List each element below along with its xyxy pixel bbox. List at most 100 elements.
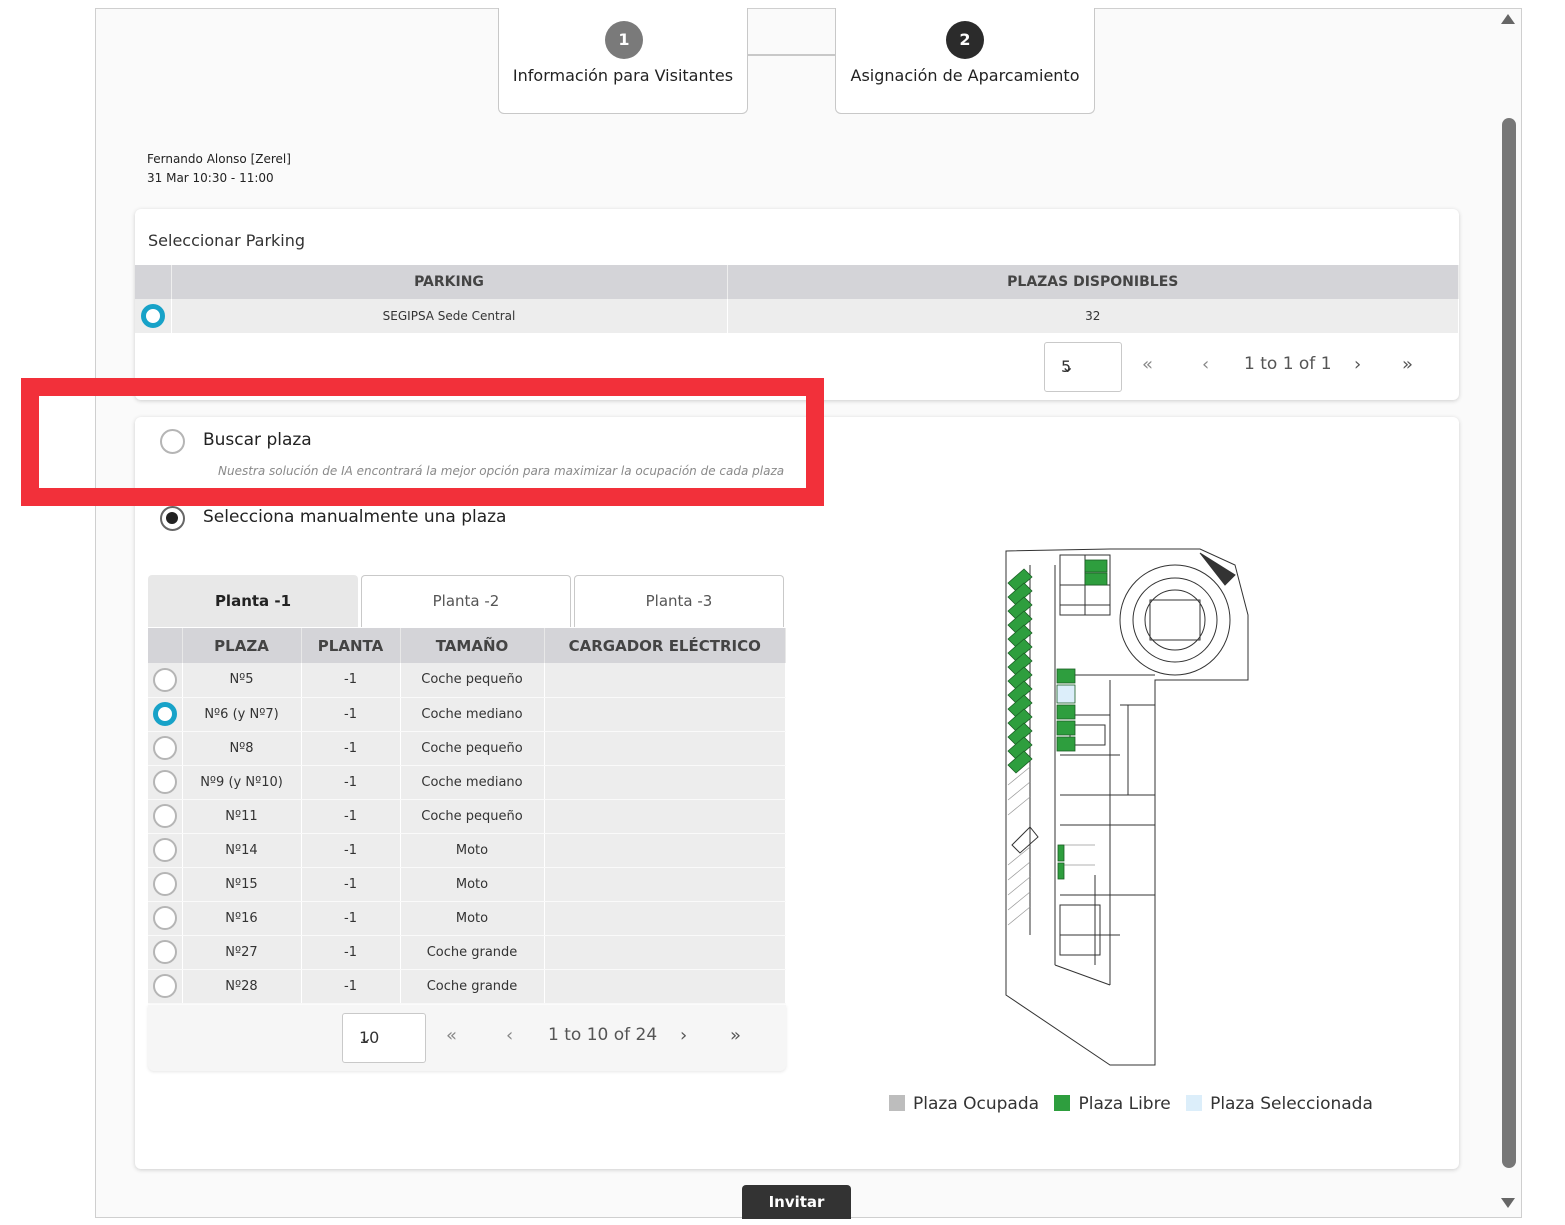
- row-radio[interactable]: [152, 702, 177, 726]
- table-row[interactable]: Nº9 (y Nº10) -1 Coche mediano: [148, 765, 786, 800]
- legend-swatch: [1054, 1095, 1071, 1111]
- table-row[interactable]: Nº27 -1 Coche grande: [148, 935, 786, 970]
- scroll-thumb[interactable]: [1502, 118, 1516, 1168]
- page-size-select[interactable]: 5 ⌄: [1044, 342, 1122, 392]
- select-column-header: [135, 265, 172, 299]
- map-legend: Plaza Ocupada Plaza Libre Plaza Seleccio…: [889, 1094, 1383, 1114]
- cell-planta: -1: [301, 731, 401, 766]
- row-select-cell[interactable]: [148, 663, 183, 698]
- next-page-icon[interactable]: ›: [1354, 354, 1361, 375]
- legend-swatch: [1186, 1095, 1203, 1111]
- option-manual-radio[interactable]: [160, 506, 185, 531]
- last-page-icon[interactable]: »: [1402, 354, 1413, 375]
- visitor-name: Fernando Alonso [Zerel]: [147, 152, 291, 166]
- row-select-cell[interactable]: [135, 299, 172, 333]
- step-connector: [747, 54, 835, 56]
- row-select-cell[interactable]: [148, 799, 183, 834]
- parking-name-cell: SEGIPSA Sede Central: [171, 299, 728, 333]
- cell-cargador: [544, 969, 786, 1004]
- step-parking-assignment[interactable]: 2 Asignación de Aparcamiento: [835, 8, 1095, 114]
- row-select-cell[interactable]: [148, 969, 183, 1004]
- row-radio[interactable]: [152, 872, 177, 896]
- column-header-available: PLAZAS DISPONIBLES: [727, 265, 1459, 299]
- cell-tamano: Coche mediano: [400, 697, 545, 732]
- step-number-badge: 2: [946, 21, 984, 59]
- table-row[interactable]: Nº28 -1 Coche grande: [148, 969, 786, 1004]
- cell-cargador: [544, 697, 786, 732]
- row-select-cell[interactable]: [148, 765, 183, 800]
- cell-tamano: Coche mediano: [400, 765, 545, 800]
- highlight-box: [21, 378, 824, 506]
- cell-tamano: Coche pequeño: [400, 799, 545, 834]
- table-row[interactable]: SEGIPSA Sede Central 32: [135, 299, 1459, 333]
- row-radio[interactable]: [140, 304, 165, 328]
- cell-plaza: Nº15: [182, 867, 302, 902]
- cell-planta: -1: [301, 697, 401, 732]
- spaces-pager: 10 ⌄ « ‹ 1 to 10 of 24 › »: [342, 1013, 762, 1063]
- table-row[interactable]: Nº16 -1 Moto: [148, 901, 786, 936]
- table-row[interactable]: Nº15 -1 Moto: [148, 867, 786, 902]
- first-page-icon[interactable]: «: [1142, 354, 1153, 375]
- floor-plan-map[interactable]: [1000, 545, 1260, 1075]
- page-size-select[interactable]: 10 ⌄: [342, 1013, 426, 1063]
- step-label: Información para Visitantes: [512, 66, 734, 85]
- prev-page-icon[interactable]: ‹: [506, 1025, 513, 1046]
- page-range: 1 to 1 of 1: [1244, 354, 1332, 374]
- row-radio[interactable]: [152, 940, 177, 964]
- table-row[interactable]: Nº14 -1 Moto: [148, 833, 786, 868]
- tab-planta-1[interactable]: Planta -1: [148, 575, 358, 627]
- cell-tamano: Moto: [400, 833, 545, 868]
- parking-select-card: Seleccionar Parking PARKING PLAZAS DISPO…: [135, 209, 1459, 400]
- row-select-cell[interactable]: [148, 731, 183, 766]
- legend-label: Plaza Libre: [1078, 1094, 1171, 1114]
- cell-planta: -1: [301, 867, 401, 902]
- chevron-down-icon: ⌄: [359, 1028, 373, 1047]
- cell-plaza: Nº8: [182, 731, 302, 766]
- scroll-up-icon[interactable]: [1501, 14, 1515, 24]
- column-header-tamano: TAMAÑO: [400, 628, 545, 663]
- cell-tamano: Coche grande: [400, 935, 545, 970]
- row-radio[interactable]: [152, 906, 177, 930]
- cell-cargador: [544, 799, 786, 834]
- step-number-badge: 1: [605, 21, 643, 59]
- legend-label: Plaza Ocupada: [913, 1094, 1040, 1114]
- next-page-icon[interactable]: ›: [680, 1025, 687, 1046]
- cell-plaza: Nº6 (y Nº7): [182, 697, 302, 732]
- tab-planta-2[interactable]: Planta -2: [361, 575, 571, 627]
- invite-button[interactable]: Invitar: [742, 1185, 851, 1219]
- first-page-icon[interactable]: «: [446, 1025, 457, 1046]
- row-radio[interactable]: [152, 736, 177, 760]
- row-select-cell[interactable]: [148, 935, 183, 970]
- row-radio[interactable]: [152, 804, 177, 828]
- cell-cargador: [544, 663, 786, 698]
- parking-table: PARKING PLAZAS DISPONIBLES SEGIPSA Sede …: [135, 265, 1459, 333]
- row-select-cell[interactable]: [148, 697, 183, 732]
- cell-planta: -1: [301, 969, 401, 1004]
- last-page-icon[interactable]: »: [730, 1025, 741, 1046]
- row-select-cell[interactable]: [148, 833, 183, 868]
- tab-planta-3[interactable]: Planta -3: [574, 575, 784, 627]
- row-select-cell[interactable]: [148, 867, 183, 902]
- table-row[interactable]: Nº11 -1 Coche pequeño: [148, 799, 786, 834]
- option-manual-label[interactable]: Selecciona manualmente una plaza: [203, 507, 506, 527]
- table-row[interactable]: Nº5 -1 Coche pequeño: [148, 663, 786, 698]
- row-radio[interactable]: [152, 667, 177, 692]
- step-label: Asignación de Aparcamiento: [850, 66, 1080, 85]
- cell-cargador: [544, 935, 786, 970]
- prev-page-icon[interactable]: ‹: [1202, 354, 1209, 375]
- row-radio[interactable]: [152, 838, 177, 862]
- row-select-cell[interactable]: [148, 901, 183, 936]
- column-header-plaza: PLAZA: [182, 628, 302, 663]
- row-radio[interactable]: [152, 770, 177, 794]
- cell-plaza: Nº16: [182, 901, 302, 936]
- scroll-down-icon[interactable]: [1501, 1198, 1515, 1208]
- table-row[interactable]: Nº6 (y Nº7) -1 Coche mediano: [148, 697, 786, 732]
- cell-planta: -1: [301, 935, 401, 970]
- table-row[interactable]: Nº8 -1 Coche pequeño: [148, 731, 786, 766]
- select-column-header: [148, 628, 183, 663]
- row-radio[interactable]: [152, 974, 177, 998]
- cell-planta: -1: [301, 663, 401, 698]
- spaces-table: PLAZA PLANTA TAMAÑO CARGADOR ELÉCTRICO N…: [148, 628, 786, 1004]
- step-visitor-info[interactable]: 1 Información para Visitantes: [498, 8, 748, 114]
- legend-item-free: Plaza Libre: [1054, 1094, 1171, 1114]
